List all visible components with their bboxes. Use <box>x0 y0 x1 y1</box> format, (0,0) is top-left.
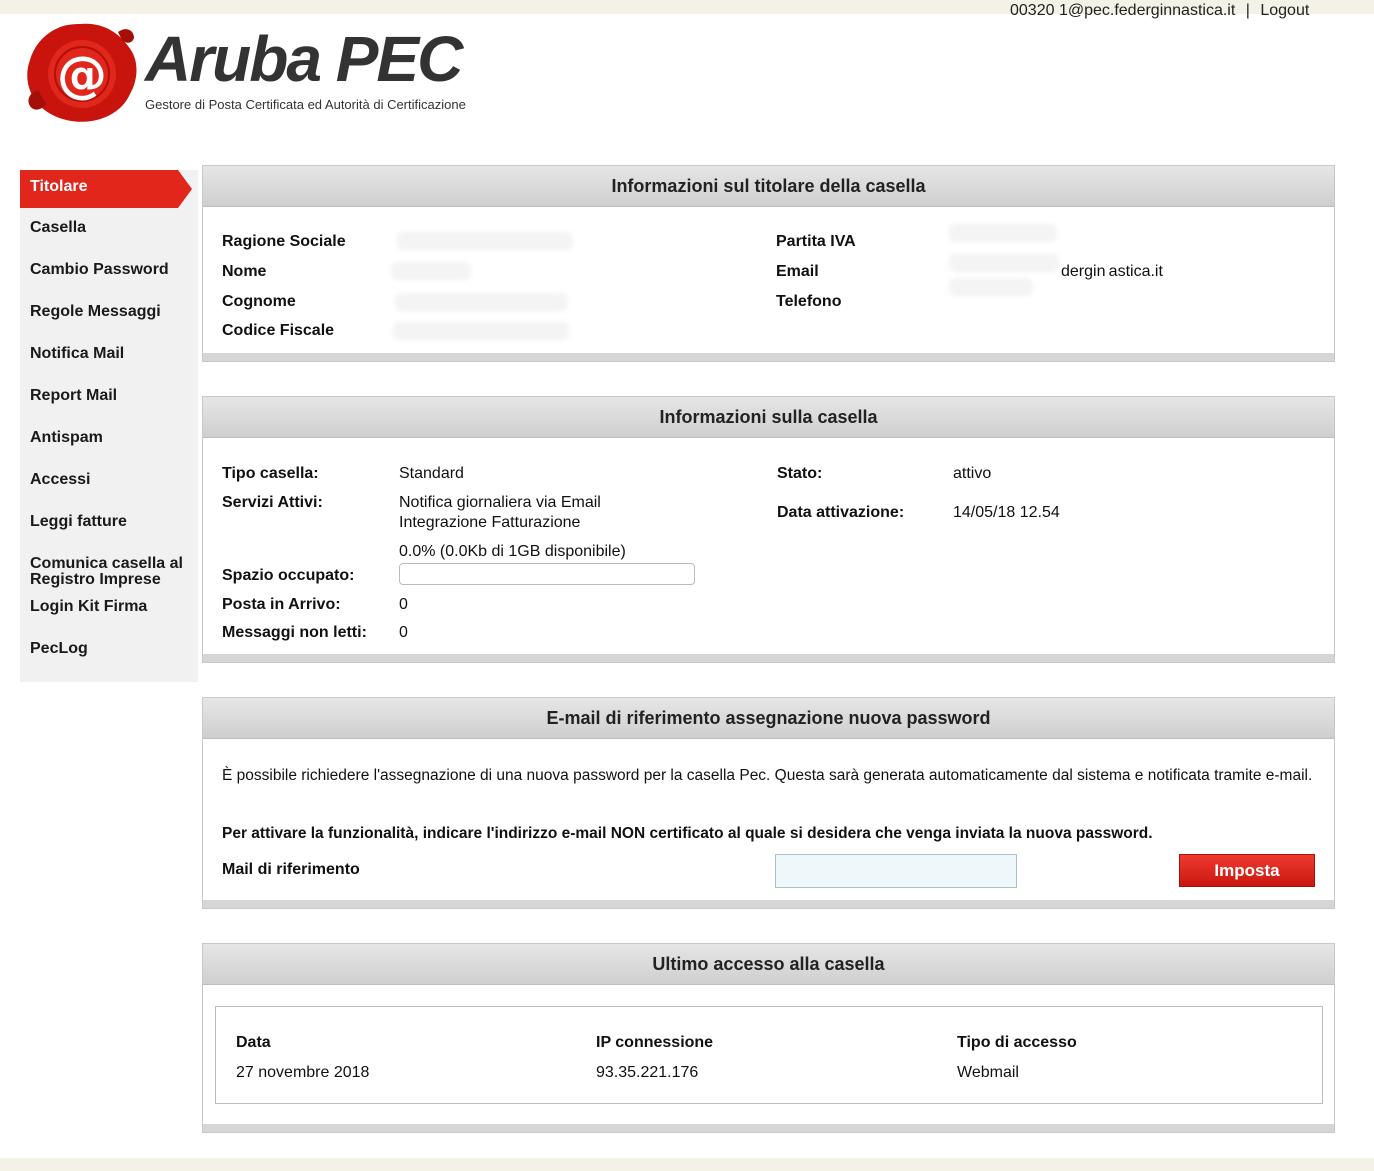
panel-title: Informazioni sul titolare della casella <box>203 166 1334 207</box>
panel-footer <box>203 900 1334 908</box>
brand-title: Aruba PEC <box>145 23 463 95</box>
access-date: 27 novembre 2018 <box>236 1064 370 1081</box>
sidebar-item-report-mail[interactable]: Report Mail <box>20 387 198 405</box>
redacted-value <box>397 232 573 250</box>
panel-footer <box>203 1124 1334 1132</box>
stato-label: Stato: <box>777 465 823 482</box>
storage-progress-bar <box>399 563 695 585</box>
data-attivazione-value: 14/05/18 12.54 <box>953 504 1060 521</box>
bottom-strip <box>0 1158 1374 1171</box>
sidebar-item-peclog[interactable]: PecLog <box>20 640 198 658</box>
user-bar: 00320 1@pec.federginnastica.it | Logout <box>1010 2 1309 20</box>
posta-arrivo-value: 0 <box>399 596 408 613</box>
brand-tagline: Gestore di Posta Certificata ed Autorità… <box>145 97 466 112</box>
tipo-casella-label: Tipo casella: <box>222 465 319 482</box>
instruction-text: Per attivare la funzionalità, indicare l… <box>222 825 1153 842</box>
svg-text:@: @ <box>57 46 107 104</box>
sidebar-item-titolare[interactable]: Titolare <box>20 170 198 208</box>
logout-link[interactable]: Logout <box>1260 2 1309 19</box>
col-header-tipo: Tipo di accesso <box>957 1034 1077 1051</box>
col-header-ip: IP connessione <box>596 1034 714 1051</box>
ultimo-accesso-panel: Ultimo accesso alla casella Data IP conn… <box>202 943 1335 1133</box>
password-email-panel: E-mail di riferimento assegnazione nuova… <box>202 697 1335 909</box>
sidebar-item-label: Titolare <box>30 178 88 195</box>
sidebar: Titolare Casella Cambio Password Regole … <box>20 170 198 682</box>
spazio-occupato-label: Spazio occupato: <box>222 567 355 584</box>
tipo-casella-value: Standard <box>399 465 464 482</box>
sidebar-item-login-kit-firma[interactable]: Login Kit Firma <box>20 598 198 616</box>
sidebar-item-label: PecLog <box>30 640 88 657</box>
casella-panel: Informazioni sulla casella Tipo casella:… <box>202 396 1335 663</box>
sidebar-item-antispam[interactable]: Antispam <box>20 429 198 447</box>
redacted-value <box>393 322 569 340</box>
telefono-label: Telefono <box>776 293 842 310</box>
non-letti-value: 0 <box>399 624 408 641</box>
sidebar-item-leggi-fatture[interactable]: Leggi fatture <box>20 513 198 531</box>
sidebar-item-label: Regole Messaggi <box>30 303 161 320</box>
panel-title: E-mail di riferimento assegnazione nuova… <box>203 698 1334 739</box>
sidebar-item-casella[interactable]: Casella <box>20 219 198 237</box>
servizio-notifica: Notifica giornaliera via Email <box>399 494 601 511</box>
titolare-panel: Informazioni sul titolare della casella … <box>202 165 1335 362</box>
sidebar-item-comunica-casella[interactable]: Comunica casella al Registro Imprese <box>20 556 198 588</box>
non-letti-label: Messaggi non letti: <box>222 624 367 641</box>
sidebar-item-label: Login Kit Firma <box>30 598 148 615</box>
wax-seal-icon: @ <box>27 23 137 122</box>
panel-title: Ultimo accesso alla casella <box>203 944 1334 985</box>
nome-label: Nome <box>222 263 267 280</box>
panel-footer <box>203 353 1334 361</box>
mail-riferimento-label: Mail di riferimento <box>222 861 360 878</box>
data-attivazione-label: Data attivazione: <box>777 504 905 521</box>
access-ip: 93.35.221.176 <box>596 1064 699 1081</box>
panel-footer <box>203 654 1334 662</box>
sidebar-item-label: Antispam <box>30 429 103 446</box>
redacted-value <box>949 224 1057 242</box>
user-email: 00320 1@pec.federginnastica.it <box>1010 2 1236 19</box>
sidebar-item-label: Comunica casella al Registro Imprese <box>30 555 183 588</box>
codice-fiscale-label: Codice Fiscale <box>222 322 335 339</box>
servizi-attivi-label: Servizi Attivi: <box>222 494 323 511</box>
sidebar-item-accessi[interactable]: Accessi <box>20 471 198 489</box>
redacted-value <box>949 254 1059 272</box>
cognome-label: Cognome <box>222 293 296 310</box>
mail-riferimento-input[interactable] <box>775 854 1017 888</box>
partita-iva-label: Partita IVA <box>776 233 856 250</box>
sidebar-item-label: Report Mail <box>30 387 118 404</box>
email-value: dergin astica.it <box>1061 263 1163 280</box>
access-type: Webmail <box>957 1064 1019 1081</box>
separator: | <box>1245 2 1250 19</box>
sidebar-item-notifica-mail[interactable]: Notifica Mail <box>20 345 198 363</box>
sidebar-item-cambio-password[interactable]: Cambio Password <box>20 261 198 279</box>
sidebar-item-label: Accessi <box>30 471 91 488</box>
panel-title: Informazioni sulla casella <box>203 397 1334 438</box>
posta-arrivo-label: Posta in Arrivo: <box>222 596 341 613</box>
description-text: È possibile richiedere l'assegnazione di… <box>222 767 1313 784</box>
sidebar-item-label: Leggi fatture <box>30 513 127 530</box>
servizio-fatturazione: Integrazione Fatturazione <box>399 514 581 531</box>
col-header-data: Data <box>236 1034 271 1051</box>
email-label: Email <box>776 263 819 280</box>
sidebar-item-label: Casella <box>30 219 87 236</box>
sidebar-item-label: Notifica Mail <box>30 345 125 362</box>
access-table: Data IP connessione Tipo di accesso 27 n… <box>215 1006 1323 1104</box>
redacted-value <box>395 293 567 311</box>
ragione-sociale-label: Ragione Sociale <box>222 233 346 250</box>
sidebar-item-label: Cambio Password <box>30 261 169 278</box>
redacted-value <box>949 278 1033 296</box>
imposta-button[interactable]: Imposta <box>1179 854 1315 887</box>
spazio-text: 0.0% (0.0Kb di 1GB disponibile) <box>399 543 626 560</box>
stato-value: attivo <box>953 465 992 482</box>
redacted-value <box>391 262 471 280</box>
sidebar-item-regole-messaggi[interactable]: Regole Messaggi <box>20 303 198 321</box>
